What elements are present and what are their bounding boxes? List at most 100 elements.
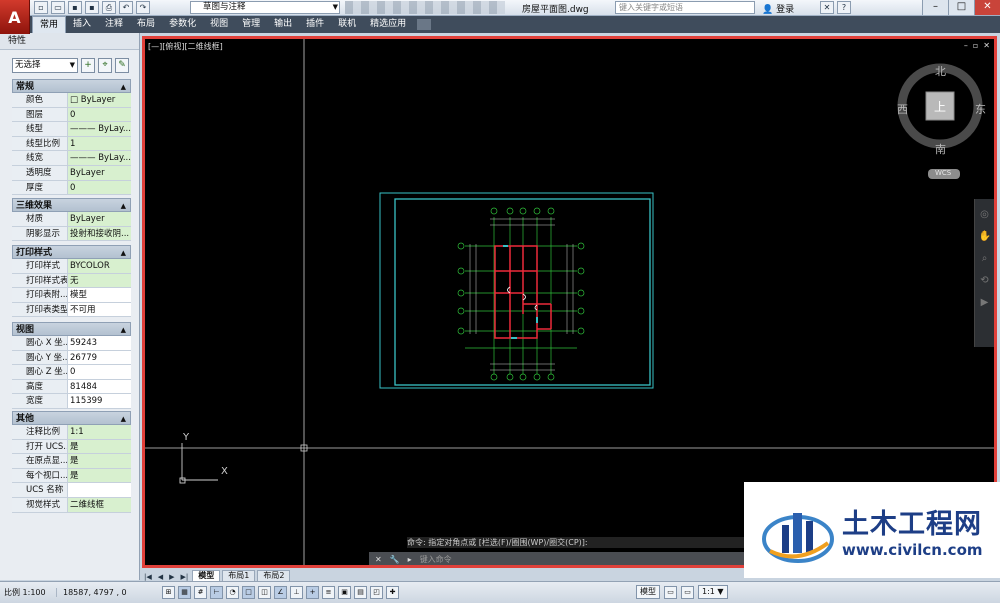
layout-tab[interactable]: 布局1 bbox=[222, 570, 256, 581]
property-row[interactable]: 圆心 Y 坐... 26779 bbox=[12, 350, 131, 366]
grid-display-icon[interactable]: # bbox=[194, 586, 207, 599]
ribbon-tab[interactable]: 常用 bbox=[32, 16, 67, 33]
collapse-icon[interactable]: ▲ bbox=[121, 246, 126, 260]
ribbon-tab[interactable]: 布局 bbox=[130, 16, 162, 33]
property-row[interactable]: 在原点显... 是 bbox=[12, 454, 131, 469]
property-value[interactable]: 不可用 bbox=[68, 302, 131, 317]
compass-north[interactable]: 北 bbox=[935, 63, 946, 79]
quick-view-drawings-icon[interactable]: ▭ bbox=[681, 585, 694, 599]
property-value[interactable] bbox=[68, 483, 131, 497]
save-icon[interactable]: ▪ bbox=[68, 1, 82, 14]
close-button[interactable]: ✕ bbox=[974, 0, 1000, 15]
property-value[interactable]: 0 bbox=[68, 365, 131, 379]
property-value[interactable]: 81484 bbox=[68, 379, 131, 394]
command-input[interactable]: 键入命令 bbox=[420, 554, 452, 565]
exchange-icon[interactable]: ✕ bbox=[820, 1, 834, 14]
snap-mode-icon[interactable]: ▦ bbox=[178, 586, 191, 599]
property-value[interactable]: 115399 bbox=[68, 394, 131, 408]
plot-icon[interactable]: ⎙ bbox=[102, 1, 116, 14]
property-value[interactable]: 是 bbox=[68, 454, 131, 468]
property-value[interactable]: 投射和接收阴... bbox=[68, 226, 131, 241]
workspace-select[interactable]: 草图与注释 ▼ bbox=[190, 1, 340, 14]
polar-tracking-icon[interactable]: ◔ bbox=[226, 586, 239, 599]
prev-layout-icon[interactable]: ◀ bbox=[156, 573, 165, 581]
section-header[interactable]: 打印样式 ▲ bbox=[12, 245, 131, 259]
recent-commands-icon[interactable]: ▸ bbox=[408, 555, 412, 564]
close-command-icon[interactable]: ✕ bbox=[375, 555, 382, 564]
property-row[interactable]: 线型 ——— ByLay... bbox=[12, 122, 131, 137]
property-value[interactable]: 模型 bbox=[68, 288, 131, 302]
property-row[interactable]: 打印样式表无 bbox=[12, 273, 131, 289]
property-row[interactable]: 圆心 X 坐... 59243 bbox=[12, 336, 131, 351]
search-input[interactable]: 键入关键字或短语 bbox=[615, 1, 755, 14]
object-snap-tracking-icon[interactable]: ∠ bbox=[274, 586, 287, 599]
autocad-logo-icon[interactable]: A bbox=[0, 0, 30, 34]
property-value[interactable]: 1 bbox=[68, 136, 131, 151]
minimize-button[interactable]: – bbox=[922, 0, 948, 15]
status-scale[interactable]: 比例 1:100 bbox=[0, 587, 56, 598]
section-header[interactable]: 三维效果 ▲ bbox=[12, 198, 131, 212]
customize-icon[interactable]: 🔧 bbox=[390, 555, 400, 564]
collapse-icon[interactable]: ▲ bbox=[121, 199, 126, 213]
orbit-icon[interactable]: ⟲ bbox=[979, 275, 991, 287]
property-row[interactable]: 圆心 Z 坐... 0 bbox=[12, 365, 131, 380]
property-row[interactable]: 线型比例 1 bbox=[12, 136, 131, 152]
open-icon[interactable]: ▭ bbox=[51, 1, 65, 14]
ribbon-minimize-icon[interactable] bbox=[417, 19, 432, 30]
collapse-icon[interactable]: ▲ bbox=[121, 323, 126, 337]
new-icon[interactable]: ▫ bbox=[34, 1, 48, 14]
property-row[interactable]: 高度 81484 bbox=[12, 379, 131, 395]
select-objects-icon[interactable]: ⌖ bbox=[98, 58, 112, 73]
property-value[interactable]: 无 bbox=[68, 273, 131, 288]
zoom-icon[interactable]: ⌕ bbox=[979, 253, 991, 265]
property-row[interactable]: 厚度 0 bbox=[12, 180, 131, 196]
collapse-icon[interactable]: ▲ bbox=[121, 412, 126, 426]
property-value[interactable]: 26779 bbox=[68, 350, 131, 365]
quick-select-icon[interactable]: ✎ bbox=[115, 58, 129, 73]
first-layout-icon[interactable]: |◀ bbox=[142, 573, 154, 581]
property-value[interactable]: 0 bbox=[68, 180, 131, 195]
property-row[interactable]: 打印表附... 模型 bbox=[12, 288, 131, 303]
login-link[interactable]: 👤 登录 bbox=[762, 2, 794, 15]
property-value[interactable]: ——— ByLay... bbox=[68, 151, 131, 165]
compass-east[interactable]: 东 bbox=[975, 101, 986, 117]
ribbon-tab[interactable]: 插件 bbox=[299, 16, 331, 33]
object-snap-icon[interactable]: □ bbox=[242, 586, 255, 599]
property-row[interactable]: 注释比例 1:1 bbox=[12, 425, 131, 440]
compass-west[interactable]: 西 bbox=[897, 101, 908, 117]
property-row[interactable]: 打印表类型 不可用 bbox=[12, 302, 131, 318]
ribbon-tab[interactable]: 精选应用 bbox=[363, 16, 413, 33]
property-row[interactable]: 透明度 ByLayer bbox=[12, 165, 131, 181]
compass-south[interactable]: 南 bbox=[935, 141, 946, 157]
property-value[interactable]: 59243 bbox=[68, 336, 131, 350]
property-value[interactable]: 0 bbox=[68, 107, 131, 122]
property-row[interactable]: 颜色 □ ByLayer bbox=[12, 93, 131, 108]
showmotion-icon[interactable]: ▶ bbox=[979, 297, 991, 309]
property-row[interactable]: 材质 ByLayer bbox=[12, 212, 131, 227]
property-value[interactable]: 是 bbox=[68, 468, 131, 483]
toggle-pickadd-icon[interactable]: + bbox=[81, 58, 95, 73]
help-icon[interactable]: ? bbox=[837, 1, 851, 14]
annotation-monitor-icon[interactable]: ✚ bbox=[386, 586, 399, 599]
section-header[interactable]: 常规 ▲ bbox=[12, 79, 131, 93]
last-layout-icon[interactable]: ▶| bbox=[179, 573, 191, 581]
property-row[interactable]: 阴影显示 投射和接收阴... bbox=[12, 226, 131, 242]
viewcube[interactable]: 北 南 东 西 上 WCS bbox=[895, 61, 986, 179]
annotation-scale[interactable]: 1:1 ▼ bbox=[698, 585, 728, 599]
ribbon-tab[interactable]: 参数化 bbox=[162, 16, 203, 33]
property-row[interactable]: 每个视口... 是 bbox=[12, 468, 131, 484]
undo-icon[interactable]: ↶ bbox=[119, 1, 133, 14]
property-row[interactable]: 视觉样式 二维线框 bbox=[12, 497, 131, 513]
property-row[interactable]: 宽度 115399 bbox=[12, 394, 131, 409]
selection-cycling-icon[interactable]: ◰ bbox=[370, 586, 383, 599]
property-row[interactable]: 线宽 ——— ByLay... bbox=[12, 151, 131, 166]
collapse-icon[interactable]: ▲ bbox=[121, 80, 126, 94]
property-value[interactable]: ByLayer bbox=[68, 212, 131, 226]
ribbon-tab[interactable]: 管理 bbox=[235, 16, 267, 33]
ribbon-tab[interactable]: 输出 bbox=[267, 16, 299, 33]
property-row[interactable]: 打开 UCS... 是 bbox=[12, 439, 131, 455]
ribbon-tab[interactable]: 视图 bbox=[203, 16, 235, 33]
property-value[interactable]: ——— ByLay... bbox=[68, 122, 131, 136]
pan-icon[interactable]: ✋ bbox=[979, 231, 991, 243]
next-layout-icon[interactable]: ▶ bbox=[167, 573, 176, 581]
